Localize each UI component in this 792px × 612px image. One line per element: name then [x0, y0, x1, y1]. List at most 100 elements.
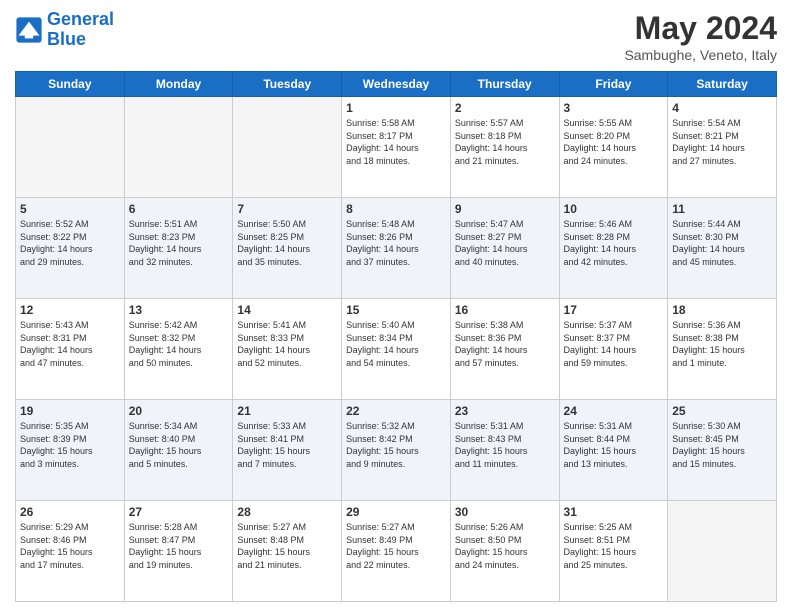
day-of-week-header: Wednesday — [342, 72, 451, 97]
day-info: Sunrise: 5:31 AM Sunset: 8:43 PM Dayligh… — [455, 420, 555, 470]
day-info: Sunrise: 5:47 AM Sunset: 8:27 PM Dayligh… — [455, 218, 555, 268]
calendar-day-cell: 24Sunrise: 5:31 AM Sunset: 8:44 PM Dayli… — [559, 400, 668, 501]
day-info: Sunrise: 5:51 AM Sunset: 8:23 PM Dayligh… — [129, 218, 229, 268]
day-number: 30 — [455, 505, 555, 519]
calendar-day-cell: 6 Sunrise: 5:51 AM Sunset: 8:23 PM Daylig… — [124, 198, 233, 299]
calendar-day-cell: 31Sunrise: 5:25 AM Sunset: 8:51 PM Dayli… — [559, 501, 668, 602]
day-info: Sunrise: 5:42 AM Sunset: 8:32 PM Dayligh… — [129, 319, 229, 369]
day-number: 1 — [346, 101, 446, 115]
calendar-day-cell: 18 Sunrise: 5:36 AM Sunset: 8:38 PM Dayli… — [668, 299, 777, 400]
calendar-day-cell: 5Sunrise: 5:52 AM Sunset: 8:22 PM Daylig… — [16, 198, 125, 299]
day-info: Sunrise: 5:41 AM Sunset: 8:33 PM Dayligh… — [237, 319, 337, 369]
calendar-day-cell: 20 Sunrise: 5:34 AM Sunset: 8:40 PM Dayli… — [124, 400, 233, 501]
calendar-day-cell: 10 Sunrise: 5:46 AM Sunset: 8:28 PM Dayli… — [559, 198, 668, 299]
day-info: Sunrise: 5:46 AM Sunset: 8:28 PM Dayligh… — [564, 218, 664, 268]
day-of-week-header: Sunday — [16, 72, 125, 97]
day-number: 19 — [20, 404, 120, 418]
calendar-week-row: 26 Sunrise: 5:29 AM Sunset: 8:46 PM Dayli… — [16, 501, 777, 602]
calendar-day-cell: 25Sunrise: 5:30 AM Sunset: 8:45 PM Dayli… — [668, 400, 777, 501]
day-number: 2 — [455, 101, 555, 115]
calendar-day-cell: 17 Sunrise: 5:37 AM Sunset: 8:37 PM Dayli… — [559, 299, 668, 400]
day-number: 20 — [129, 404, 229, 418]
day-info: Sunrise: 5:28 AM Sunset: 8:47 PM Dayligh… — [129, 521, 229, 571]
day-number: 10 — [564, 202, 664, 216]
calendar-table: SundayMondayTuesdayWednesdayThursdayFrid… — [15, 71, 777, 602]
calendar-week-row: 1 Sunrise: 5:58 AM Sunset: 8:17 PM Daylig… — [16, 97, 777, 198]
day-number: 7 — [237, 202, 337, 216]
day-number: 24 — [564, 404, 664, 418]
calendar-day-cell — [124, 97, 233, 198]
calendar-day-cell: 23Sunrise: 5:31 AM Sunset: 8:43 PM Dayli… — [450, 400, 559, 501]
calendar-day-cell: 13 Sunrise: 5:42 AM Sunset: 8:32 PM Dayli… — [124, 299, 233, 400]
calendar-day-cell: 4Sunrise: 5:54 AM Sunset: 8:21 PM Daylig… — [668, 97, 777, 198]
calendar-day-cell: 29 Sunrise: 5:27 AM Sunset: 8:49 PM Dayli… — [342, 501, 451, 602]
calendar-day-cell: 21 Sunrise: 5:33 AM Sunset: 8:41 PM Dayli… — [233, 400, 342, 501]
calendar-day-cell: 26 Sunrise: 5:29 AM Sunset: 8:46 PM Dayli… — [16, 501, 125, 602]
day-info: Sunrise: 5:38 AM Sunset: 8:36 PM Dayligh… — [455, 319, 555, 369]
calendar-day-cell — [668, 501, 777, 602]
day-info: Sunrise: 5:44 AM Sunset: 8:30 PM Dayligh… — [672, 218, 772, 268]
day-number: 14 — [237, 303, 337, 317]
calendar-day-cell: 11Sunrise: 5:44 AM Sunset: 8:30 PM Dayli… — [668, 198, 777, 299]
calendar-day-cell: 28 Sunrise: 5:27 AM Sunset: 8:48 PM Dayli… — [233, 501, 342, 602]
day-info: Sunrise: 5:58 AM Sunset: 8:17 PM Dayligh… — [346, 117, 446, 167]
day-info: Sunrise: 5:33 AM Sunset: 8:41 PM Dayligh… — [237, 420, 337, 470]
calendar-day-cell: 19 Sunrise: 5:35 AM Sunset: 8:39 PM Dayli… — [16, 400, 125, 501]
logo-line1: General — [47, 9, 114, 29]
calendar-day-cell: 8Sunrise: 5:48 AM Sunset: 8:26 PM Daylig… — [342, 198, 451, 299]
day-info: Sunrise: 5:29 AM Sunset: 8:46 PM Dayligh… — [20, 521, 120, 571]
day-info: Sunrise: 5:27 AM Sunset: 8:48 PM Dayligh… — [237, 521, 337, 571]
day-number: 17 — [564, 303, 664, 317]
day-number: 26 — [20, 505, 120, 519]
logo-text: General Blue — [47, 10, 114, 50]
day-number: 29 — [346, 505, 446, 519]
calendar-day-cell: 22 Sunrise: 5:32 AM Sunset: 8:42 PM Dayli… — [342, 400, 451, 501]
day-number: 13 — [129, 303, 229, 317]
day-info: Sunrise: 5:26 AM Sunset: 8:50 PM Dayligh… — [455, 521, 555, 571]
calendar-day-cell: 16Sunrise: 5:38 AM Sunset: 8:36 PM Dayli… — [450, 299, 559, 400]
calendar-day-cell: 9Sunrise: 5:47 AM Sunset: 8:27 PM Daylig… — [450, 198, 559, 299]
day-info: Sunrise: 5:37 AM Sunset: 8:37 PM Dayligh… — [564, 319, 664, 369]
day-of-week-header: Saturday — [668, 72, 777, 97]
day-info: Sunrise: 5:27 AM Sunset: 8:49 PM Dayligh… — [346, 521, 446, 571]
location: Sambughe, Veneto, Italy — [624, 47, 777, 63]
title-block: May 2024 Sambughe, Veneto, Italy — [624, 10, 777, 63]
day-info: Sunrise: 5:30 AM Sunset: 8:45 PM Dayligh… — [672, 420, 772, 470]
calendar-header-row: SundayMondayTuesdayWednesdayThursdayFrid… — [16, 72, 777, 97]
calendar-week-row: 19 Sunrise: 5:35 AM Sunset: 8:39 PM Dayli… — [16, 400, 777, 501]
day-number: 28 — [237, 505, 337, 519]
day-info: Sunrise: 5:35 AM Sunset: 8:39 PM Dayligh… — [20, 420, 120, 470]
calendar-week-row: 5Sunrise: 5:52 AM Sunset: 8:22 PM Daylig… — [16, 198, 777, 299]
calendar-day-cell: 27 Sunrise: 5:28 AM Sunset: 8:47 PM Dayli… — [124, 501, 233, 602]
day-info: Sunrise: 5:32 AM Sunset: 8:42 PM Dayligh… — [346, 420, 446, 470]
header: General Blue May 2024 Sambughe, Veneto, … — [15, 10, 777, 63]
day-info: Sunrise: 5:36 AM Sunset: 8:38 PM Dayligh… — [672, 319, 772, 369]
day-of-week-header: Monday — [124, 72, 233, 97]
day-of-week-header: Friday — [559, 72, 668, 97]
day-number: 6 — [129, 202, 229, 216]
calendar-day-cell: 30 Sunrise: 5:26 AM Sunset: 8:50 PM Dayli… — [450, 501, 559, 602]
calendar-day-cell: 2Sunrise: 5:57 AM Sunset: 8:18 PM Daylig… — [450, 97, 559, 198]
day-info: Sunrise: 5:50 AM Sunset: 8:25 PM Dayligh… — [237, 218, 337, 268]
logo: General Blue — [15, 10, 114, 50]
logo-icon — [15, 16, 43, 44]
logo-line2: Blue — [47, 29, 86, 49]
day-number: 8 — [346, 202, 446, 216]
day-of-week-header: Thursday — [450, 72, 559, 97]
day-info: Sunrise: 5:52 AM Sunset: 8:22 PM Dayligh… — [20, 218, 120, 268]
calendar-day-cell — [16, 97, 125, 198]
day-number: 21 — [237, 404, 337, 418]
day-info: Sunrise: 5:43 AM Sunset: 8:31 PM Dayligh… — [20, 319, 120, 369]
day-number: 12 — [20, 303, 120, 317]
day-number: 22 — [346, 404, 446, 418]
calendar-day-cell — [233, 97, 342, 198]
calendar-day-cell: 1 Sunrise: 5:58 AM Sunset: 8:17 PM Daylig… — [342, 97, 451, 198]
day-number: 18 — [672, 303, 772, 317]
calendar-day-cell: 12 Sunrise: 5:43 AM Sunset: 8:31 PM Dayli… — [16, 299, 125, 400]
day-info: Sunrise: 5:34 AM Sunset: 8:40 PM Dayligh… — [129, 420, 229, 470]
day-number: 27 — [129, 505, 229, 519]
day-number: 15 — [346, 303, 446, 317]
calendar-day-cell: 14 Sunrise: 5:41 AM Sunset: 8:33 PM Dayli… — [233, 299, 342, 400]
day-info: Sunrise: 5:54 AM Sunset: 8:21 PM Dayligh… — [672, 117, 772, 167]
day-number: 31 — [564, 505, 664, 519]
